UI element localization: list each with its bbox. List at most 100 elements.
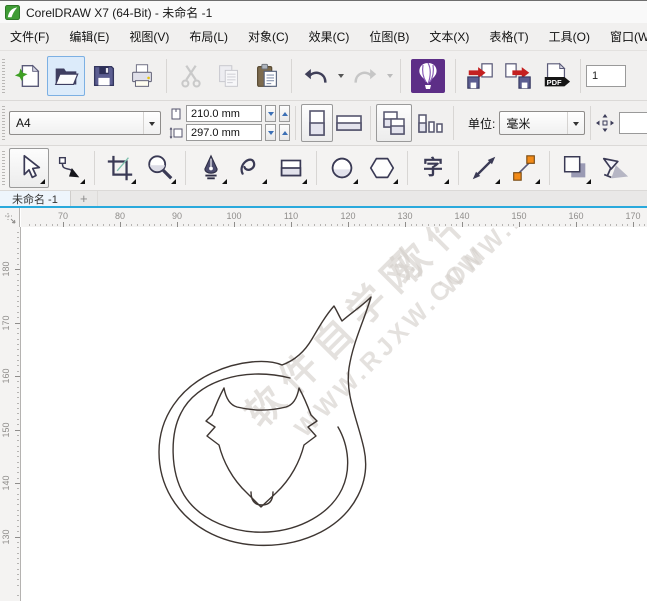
curve-swirl-icon (236, 153, 266, 183)
standard-toolbar: PDF 1 (0, 51, 647, 101)
units-select[interactable]: 毫米 (499, 111, 585, 135)
height-spin-up-button[interactable] (279, 124, 290, 141)
page-width-field[interactable]: 210.0 mm (186, 105, 262, 122)
toolbar-separator (580, 59, 581, 93)
page-height-field[interactable]: 297.0 mm (186, 124, 262, 141)
transparency-tool[interactable] (595, 148, 635, 188)
pick-tool[interactable] (9, 148, 49, 188)
window-title: CorelDRAW X7 (64-Bit) - 未命名 -1 (26, 4, 212, 21)
width-spin-down-button[interactable] (265, 105, 276, 122)
toolbox-separator (185, 151, 186, 185)
property-bar-separator (453, 106, 454, 140)
shape-node-icon (54, 153, 84, 183)
connector-tool[interactable] (504, 148, 544, 188)
menu-bitmaps[interactable]: 位图(B) (359, 23, 419, 50)
new-document-button[interactable] (9, 56, 47, 96)
menu-object[interactable]: 对象(C) (238, 23, 299, 50)
menu-window[interactable]: 窗口(W) (600, 23, 647, 50)
text-tool[interactable]: 字 (413, 148, 453, 188)
landscape-icon (335, 111, 363, 135)
dimension-tool[interactable] (464, 148, 504, 188)
redo-icon (350, 61, 380, 91)
shape-tool[interactable] (49, 148, 89, 188)
new-tab-button[interactable]: + (71, 191, 98, 206)
zoom-tool[interactable] (140, 148, 180, 188)
toolbar-separator (291, 59, 292, 93)
menu-file[interactable]: 文件(F) (0, 23, 59, 50)
drawing-canvas[interactable]: 软件自学网 WWW.RJXW.COM 软件自学网 WWW.RJXW.COM (21, 227, 647, 601)
print-button[interactable] (123, 56, 161, 96)
ellipse-icon (327, 153, 357, 183)
corel-welcome-icon (410, 58, 446, 94)
paste-button[interactable] (248, 56, 286, 96)
toolbar-grip[interactable] (2, 59, 5, 93)
drop-shadow-icon (560, 153, 590, 183)
export-button[interactable] (499, 56, 537, 96)
copy-button[interactable] (210, 56, 248, 96)
magnifier-icon (145, 153, 175, 183)
current-page-button[interactable] (412, 104, 448, 142)
menu-tools[interactable]: 工具(O) (539, 23, 600, 50)
svg-text:PDF: PDF (547, 77, 562, 86)
drop-shadow-tool[interactable] (555, 148, 595, 188)
ellipse-tool[interactable] (322, 148, 362, 188)
save-floppy-icon (89, 61, 119, 91)
copy-icon (214, 61, 244, 91)
vertical-ruler[interactable]: 180170160150140130 (0, 227, 21, 601)
fox-logo-drawing[interactable] (21, 227, 647, 601)
publish-pdf-button[interactable]: PDF (537, 56, 575, 96)
fox-inner-ring-path (173, 374, 348, 532)
menu-effects[interactable]: 效果(C) (299, 23, 360, 50)
cut-button[interactable] (172, 56, 210, 96)
smart-drawing-tool[interactable] (231, 148, 271, 188)
page-size-select[interactable]: A4 (9, 111, 161, 135)
toolbox: 字 (0, 146, 647, 191)
menu-table[interactable]: 表格(T) (479, 23, 538, 50)
property-bar-grip[interactable] (2, 106, 5, 140)
portrait-button[interactable] (301, 104, 333, 142)
cut-scissors-icon (176, 61, 206, 91)
save-button[interactable] (85, 56, 123, 96)
toolbar-separator (400, 59, 401, 93)
landscape-button[interactable] (333, 104, 365, 142)
polygon-icon (367, 153, 397, 183)
menu-view[interactable]: 视图(V) (119, 23, 179, 50)
nudge-offset-field[interactable] (619, 112, 647, 134)
units-label: 单位: (468, 115, 495, 132)
freehand-tool[interactable] (191, 148, 231, 188)
height-spin-down-button[interactable] (265, 124, 276, 141)
portrait-icon (305, 109, 329, 137)
redo-button[interactable] (346, 56, 384, 96)
undo-dropdown[interactable] (335, 56, 346, 96)
width-spin-up-button[interactable] (279, 105, 290, 122)
ruler-origin[interactable] (0, 208, 20, 227)
toolbox-grip[interactable] (2, 151, 5, 185)
dimension-arrow-icon (469, 153, 499, 183)
document-tab-active[interactable]: 未命名 -1 (0, 191, 71, 206)
crop-tool[interactable] (100, 148, 140, 188)
horizontal-ruler[interactable]: 708090100110120130140150160170 (21, 208, 647, 227)
paste-clipboard-icon (252, 61, 282, 91)
open-button[interactable] (47, 56, 85, 96)
property-bar: A4 210.0 mm 297.0 mm (0, 101, 647, 146)
menu-layout[interactable]: 布局(L) (179, 23, 238, 50)
import-button[interactable] (461, 56, 499, 96)
toolbox-separator (458, 151, 459, 185)
rectangle-tool[interactable] (271, 148, 311, 188)
fox-head-path (206, 388, 317, 507)
zoom-level-field[interactable]: 1 (586, 65, 626, 87)
menu-text[interactable]: 文本(X) (419, 23, 479, 50)
welcome-screen-button[interactable] (406, 56, 450, 96)
open-folder-icon (51, 61, 81, 91)
toolbar-separator (166, 59, 167, 93)
undo-button[interactable] (297, 56, 335, 96)
all-pages-button[interactable] (376, 104, 412, 142)
polygon-tool[interactable] (362, 148, 402, 188)
crop-icon (105, 153, 135, 183)
menu-edit[interactable]: 编辑(E) (59, 23, 119, 50)
pdf-icon: PDF (541, 61, 571, 91)
page-dimensions-group: 210.0 mm 297.0 mm (169, 105, 290, 141)
export-icon (503, 61, 533, 91)
redo-dropdown[interactable] (384, 56, 395, 96)
pen-nib-icon (196, 153, 226, 183)
